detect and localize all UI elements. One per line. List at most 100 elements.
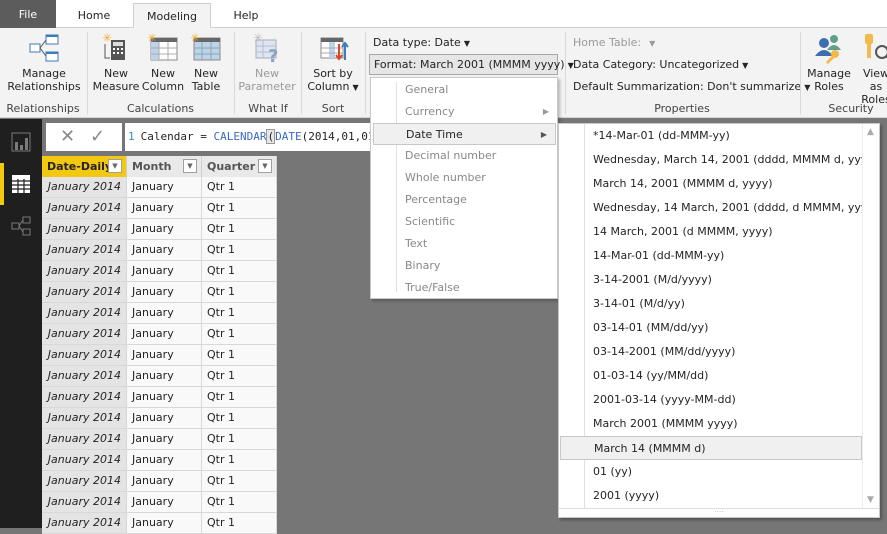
- format-menu-item[interactable]: Decimal number: [371, 145, 557, 167]
- filter-dropdown-icon[interactable]: ▼: [108, 159, 122, 173]
- data-type-dropdown[interactable]: Data type: Date ▼: [373, 36, 470, 49]
- table-cell[interactable]: January: [127, 219, 202, 240]
- table-cell[interactable]: January 2014: [42, 471, 127, 492]
- table-cell[interactable]: January 2014: [42, 450, 127, 471]
- datetime-format-option[interactable]: Wednesday, March 14, 2001 (dddd, MMMM d,…: [559, 148, 878, 172]
- datetime-format-option[interactable]: March 14, 2001 (MMMM d, yyyy): [559, 172, 863, 196]
- table-cell[interactable]: Qtr 1: [202, 303, 277, 324]
- format-menu-item[interactable]: Scientific: [371, 211, 557, 233]
- datetime-format-option[interactable]: 14 March, 2001 (d MMMM, yyyy): [559, 220, 863, 244]
- table-cell[interactable]: January 2014: [42, 198, 127, 219]
- table-cell[interactable]: January: [127, 492, 202, 513]
- table-cell[interactable]: Qtr 1: [202, 513, 277, 534]
- table-cell[interactable]: January: [127, 177, 202, 198]
- resize-grip[interactable]: ····: [559, 508, 879, 517]
- datetime-format-option[interactable]: 03-14-01 (MM/dd/yy): [559, 316, 863, 340]
- new-measure-button[interactable]: ✳ New Measure: [92, 32, 140, 93]
- table-cell[interactable]: Qtr 1: [202, 345, 277, 366]
- new-table-button[interactable]: ✳ New Table: [186, 32, 226, 93]
- table-cell[interactable]: January 2014: [42, 387, 127, 408]
- table-cell[interactable]: Qtr 1: [202, 282, 277, 303]
- format-dropdown[interactable]: Format: March 2001 (MMMM yyyy) ▼: [369, 54, 574, 75]
- table-cell[interactable]: January: [127, 198, 202, 219]
- datetime-format-option[interactable]: 2001-03-14 (yyyy-MM-dd): [559, 388, 863, 412]
- home-table-dropdown[interactable]: Home Table: ▼: [573, 36, 655, 49]
- format-menu-item[interactable]: General: [371, 79, 557, 101]
- filter-dropdown-icon[interactable]: ▼: [183, 159, 197, 173]
- column-header-month[interactable]: Month ▼: [127, 156, 202, 177]
- table-cell[interactable]: January: [127, 240, 202, 261]
- data-category-dropdown[interactable]: Data Category: Uncategorized ▼: [573, 58, 748, 71]
- model-view-button[interactable]: [0, 205, 42, 247]
- table-cell[interactable]: January: [127, 513, 202, 534]
- table-cell[interactable]: January: [127, 303, 202, 324]
- datetime-format-option[interactable]: 3-14-01 (M/d/yy): [559, 292, 863, 316]
- manage-roles-button[interactable]: Manage Roles: [804, 32, 854, 93]
- cancel-formula-icon[interactable]: ✕: [60, 126, 75, 147]
- table-cell[interactable]: January 2014: [42, 261, 127, 282]
- table-cell[interactable]: Qtr 1: [202, 324, 277, 345]
- datetime-format-option[interactable]: March 2001 (MMMM yyyy): [559, 412, 863, 436]
- format-menu-item[interactable]: Date Time ▶: [373, 123, 556, 145]
- table-cell[interactable]: January 2014: [42, 219, 127, 240]
- table-cell[interactable]: January: [127, 345, 202, 366]
- datetime-format-option[interactable]: Wednesday, 14 March, 2001 (dddd, d MMMM,…: [559, 196, 878, 220]
- table-cell[interactable]: Qtr 1: [202, 471, 277, 492]
- table-cell[interactable]: January: [127, 261, 202, 282]
- default-summarization-dropdown[interactable]: Default Summarization: Don't summarize ▼: [573, 80, 810, 93]
- view-as-roles-button[interactable]: View as Roles: [856, 32, 887, 106]
- new-parameter-button[interactable]: ? ✳ New Parameter: [238, 32, 296, 93]
- datetime-format-option[interactable]: 03-14-2001 (MM/dd/yyyy): [559, 340, 863, 364]
- report-view-button[interactable]: [0, 121, 42, 163]
- manage-relationships-button[interactable]: Manage Relationships: [6, 32, 82, 93]
- table-cell[interactable]: January: [127, 408, 202, 429]
- table-cell[interactable]: January 2014: [42, 282, 127, 303]
- tab-home[interactable]: Home: [58, 3, 130, 28]
- format-menu-item[interactable]: Text: [371, 233, 557, 255]
- tab-file[interactable]: File: [0, 0, 56, 28]
- commit-formula-icon[interactable]: ✓: [90, 126, 105, 147]
- datetime-format-option[interactable]: 2001 (yyyy): [559, 484, 863, 508]
- table-cell[interactable]: January: [127, 450, 202, 471]
- column-header-date-daily[interactable]: Date-Daily ▼: [42, 156, 127, 177]
- format-menu-item[interactable]: Percentage: [371, 189, 557, 211]
- table-cell[interactable]: Qtr 1: [202, 387, 277, 408]
- table-cell[interactable]: January: [127, 366, 202, 387]
- table-cell[interactable]: January 2014: [42, 240, 127, 261]
- table-cell[interactable]: January 2014: [42, 492, 127, 513]
- table-cell[interactable]: Qtr 1: [202, 240, 277, 261]
- table-cell[interactable]: January: [127, 429, 202, 450]
- filter-dropdown-icon[interactable]: ▼: [258, 159, 272, 173]
- tab-help[interactable]: Help: [215, 3, 277, 28]
- table-cell[interactable]: January 2014: [42, 408, 127, 429]
- datetime-format-option[interactable]: 01-03-14 (yy/MM/dd): [559, 364, 863, 388]
- table-cell[interactable]: Qtr 1: [202, 366, 277, 387]
- table-cell[interactable]: January 2014: [42, 177, 127, 198]
- format-menu-item[interactable]: Binary: [371, 255, 557, 277]
- table-cell[interactable]: January 2014: [42, 366, 127, 387]
- table-cell[interactable]: January 2014: [42, 429, 127, 450]
- table-cell[interactable]: January 2014: [42, 345, 127, 366]
- new-column-button[interactable]: ✳ New Column: [141, 32, 185, 93]
- table-cell[interactable]: Qtr 1: [202, 450, 277, 471]
- table-cell[interactable]: January: [127, 471, 202, 492]
- table-cell[interactable]: Qtr 1: [202, 219, 277, 240]
- datetime-format-option[interactable]: 3-14-2001 (M/d/yyyy): [559, 268, 863, 292]
- table-cell[interactable]: Qtr 1: [202, 492, 277, 513]
- table-cell[interactable]: Qtr 1: [202, 177, 277, 198]
- table-cell[interactable]: Qtr 1: [202, 198, 277, 219]
- table-cell[interactable]: Qtr 1: [202, 429, 277, 450]
- tab-modeling[interactable]: Modeling: [133, 3, 211, 29]
- datetime-format-option[interactable]: *14-Mar-01 (dd-MMM-yy): [559, 124, 863, 148]
- table-cell[interactable]: Qtr 1: [202, 408, 277, 429]
- table-cell[interactable]: January: [127, 282, 202, 303]
- table-cell[interactable]: January: [127, 387, 202, 408]
- datetime-format-option[interactable]: 01 (yy): [559, 460, 863, 484]
- datetime-format-option[interactable]: 14-Mar-01 (dd-MMM-yy): [559, 244, 863, 268]
- format-menu-item[interactable]: Whole number: [371, 167, 557, 189]
- format-menu-item[interactable]: Currency ▶: [371, 101, 557, 123]
- table-cell[interactable]: January 2014: [42, 324, 127, 345]
- scroll-down-icon[interactable]: ▼: [867, 495, 874, 505]
- datetime-format-option[interactable]: March 14 (MMMM d): [560, 436, 862, 460]
- column-header-quarter[interactable]: Quarter ▼: [202, 156, 277, 177]
